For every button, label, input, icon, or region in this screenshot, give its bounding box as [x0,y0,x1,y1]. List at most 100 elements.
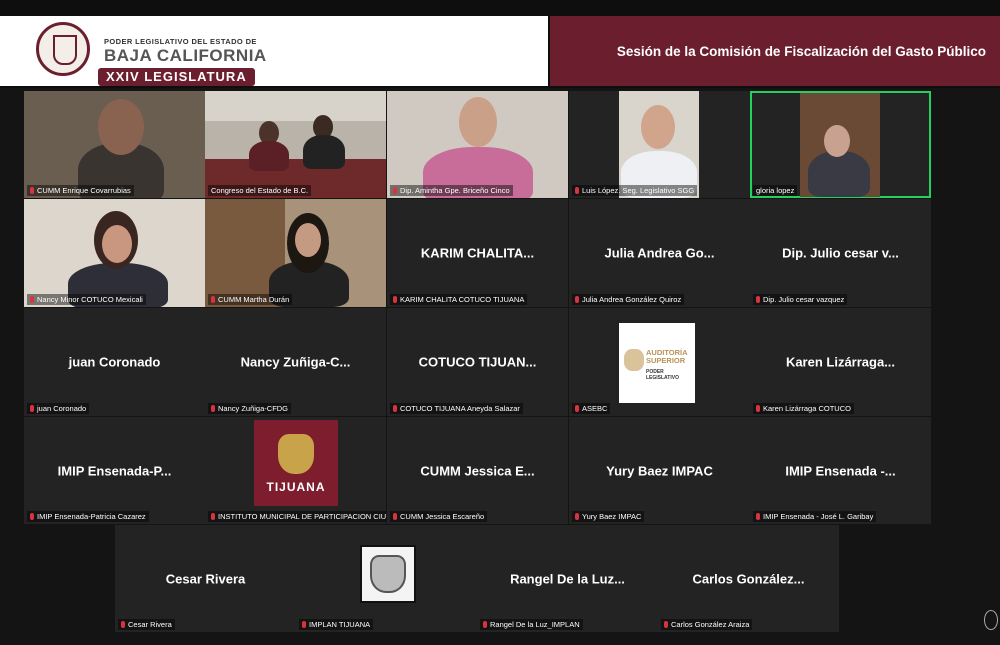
mic-muted-icon [575,513,579,520]
participant-tile[interactable]: Yury Baez IMPAC Yury Baez IMPAC [569,417,750,524]
asebc-logo-text: AUDITORÍA SUPERIOR [646,348,688,365]
participant-display-name: Carlos González... [692,571,805,586]
participant-display-name: Rangel De la Luz... [510,571,625,586]
implan-emblem-icon [370,555,406,593]
participant-name: Nancy Minor COTUCO Mexicali [27,294,146,305]
participant-tile[interactable]: TIJUANA INSTITUTO MUNICIPAL DE PARTICIPA… [205,417,386,524]
participant-display-name: IMIP Ensenada -... [785,463,896,478]
participant-name: INSTITUTO MUNICIPAL DE PARTICIPACION CIU… [208,511,386,522]
mic-muted-icon [756,513,760,520]
participant-name: Julia Andrea González Quiroz [572,294,685,305]
participant-name: gloria lopez [753,185,798,196]
participant-tile[interactable]: Luis López. Seg. Legislativo SGG [569,91,750,198]
participant-tile[interactable]: IMIP Ensenada-P... IMIP Ensenada-Patrici… [24,417,205,524]
participant-name: Rangel De la Luz_IMPLAN [480,619,583,630]
participant-name: Yury Baez IMPAC [572,511,645,522]
mic-muted-icon [483,621,487,628]
participant-tile[interactable]: Rangel De la Luz... Rangel De la Luz_IMP… [477,525,658,632]
participant-tile[interactable]: IMIP Ensenada -... IMIP Ensenada - José … [750,417,931,524]
participant-tile-active-speaker[interactable]: gloria lopez [750,91,931,198]
participant-display-name: Cesar Rivera [165,571,246,586]
participant-name: Congreso del Estado de B.C. [208,185,312,196]
asebc-logo: AUDITORÍA SUPERIOR PODER LEGISLATIVO [616,320,698,406]
session-title-bar: Sesión de la Comisión de Fiscalización d… [550,16,1000,86]
participant-display-name: Nancy Zuñiga-C... [240,354,351,370]
participant-tile[interactable]: COTUCO TIJUAN... COTUCO TIJUANA Aneyda S… [387,308,568,416]
mic-muted-icon [756,405,760,412]
mic-muted-icon [664,621,668,628]
mic-muted-icon [393,405,397,412]
participant-tile[interactable]: juan Coronado juan Coronado [24,308,205,416]
mic-muted-icon [393,187,397,194]
participant-tile[interactable]: Cesar Rivera Cesar Rivera [115,525,296,632]
participant-name: COTUCO TIJUANA Aneyda Salazar [390,403,523,414]
participant-display-name: KARIM CHALITA... [420,245,535,261]
participant-name: Dip. Julio cesar vazquez [753,294,848,305]
participant-tile[interactable]: Karen Lizárraga... Karen Lizárraga COTUC… [750,308,931,416]
participant-name: IMIP Ensenada-Patricia Cazarez [27,511,149,522]
participant-tile[interactable]: KARIM CHALITA... KARIM CHALITA COTUCO TI… [387,199,568,307]
participant-tile[interactable]: CUMM Jessica E... CUMM Jessica Escareño [387,417,568,524]
participant-name: IMIP Ensenada - José L. Garibay [753,511,877,522]
participant-tile[interactable]: Congreso del Estado de B.C. [205,91,386,198]
tijuana-logo-text: TIJUANA [266,480,326,494]
logo-line-2: BAJA CALIFORNIA [104,46,267,65]
implan-logo [360,545,416,603]
participant-name: CUMM Jessica Escareño [390,511,488,522]
participant-name: juan Coronado [27,403,90,414]
participant-display-name: IMIP Ensenada-P... [57,463,172,478]
state-seal-icon [36,22,90,76]
participant-display-name: juan Coronado [68,354,161,370]
broadcast-banner: PODER LEGISLATIVO DEL ESTADO DE BAJA CAL… [0,0,1000,88]
participant-display-name: Julia Andrea Go... [604,245,715,261]
participant-name: ASEBC [572,403,611,414]
mic-muted-icon [302,621,306,628]
participant-tile[interactable]: CUMM Enrique Covarrubias [24,91,205,198]
participant-display-name: CUMM Jessica E... [420,463,535,478]
mic-muted-icon [30,405,34,412]
participant-name: CUMM Martha Durán [208,294,293,305]
mic-muted-icon [575,187,579,194]
mic-muted-icon [575,405,579,412]
logo-line-3: XXIV LEGISLATURA [98,68,255,86]
participant-name: Luis López. Seg. Legislativo SGG [572,185,698,196]
mic-muted-icon [393,296,397,303]
participant-name: CUMM Enrique Covarrubias [27,185,134,196]
participant-name: Karen Lizárraga COTUCO [753,403,854,414]
mic-muted-icon [211,513,215,520]
participant-tile[interactable]: CUMM Martha Durán [205,199,386,307]
scroll-indicator[interactable] [984,610,998,630]
participant-name: Carlos González Araiza [661,619,753,630]
participant-display-name: Dip. Julio cesar v... [782,245,899,261]
tijuana-coat-of-arms-icon [278,434,314,474]
tijuana-logo: TIJUANA [254,420,338,506]
participant-name: Nancy Zuñiga-CFDG [208,403,292,414]
participant-tile[interactable]: Nancy Minor COTUCO Mexicali [24,199,205,307]
mic-muted-icon [211,296,215,303]
participant-tile[interactable]: Nancy Zuñiga-C... Nancy Zuñiga-CFDG [205,308,386,416]
participant-name: IMPLAN TIJUANA [299,619,374,630]
mic-muted-icon [30,187,34,194]
participant-display-name: Karen Lizárraga... [785,354,896,370]
asebc-logo-subtext: PODER LEGISLATIVO [646,369,679,381]
asebc-emblem-icon [624,349,644,371]
participant-tile[interactable]: IMPLAN TIJUANA [296,525,477,632]
participant-display-name: Yury Baez IMPAC [606,463,713,478]
participant-name: KARIM CHALITA COTUCO TIJUANA [390,294,528,305]
mic-muted-icon [30,296,34,303]
session-title: Sesión de la Comisión de Fiscalización d… [616,43,986,59]
mic-muted-icon [30,513,34,520]
mic-muted-icon [211,405,215,412]
participant-tile[interactable]: Julia Andrea Go... Julia Andrea González… [569,199,750,307]
mic-muted-icon [121,621,125,628]
participant-tile[interactable]: Carlos González... Carlos González Araiz… [658,525,839,632]
congress-logo: PODER LEGISLATIVO DEL ESTADO DE BAJA CAL… [0,16,548,86]
participant-tile[interactable]: Dip. Julio cesar v... Dip. Julio cesar v… [750,199,931,307]
participant-name: Dip. Amintha Gpe. Briceño Cinco [390,185,513,196]
participant-display-name: COTUCO TIJUAN... [418,354,537,370]
mic-muted-icon [756,296,760,303]
participant-name: Cesar Rivera [118,619,175,630]
mic-muted-icon [575,296,579,303]
participant-tile[interactable]: Dip. Amintha Gpe. Briceño Cinco [387,91,568,198]
participant-tile[interactable]: AUDITORÍA SUPERIOR PODER LEGISLATIVO ASE… [569,308,750,416]
